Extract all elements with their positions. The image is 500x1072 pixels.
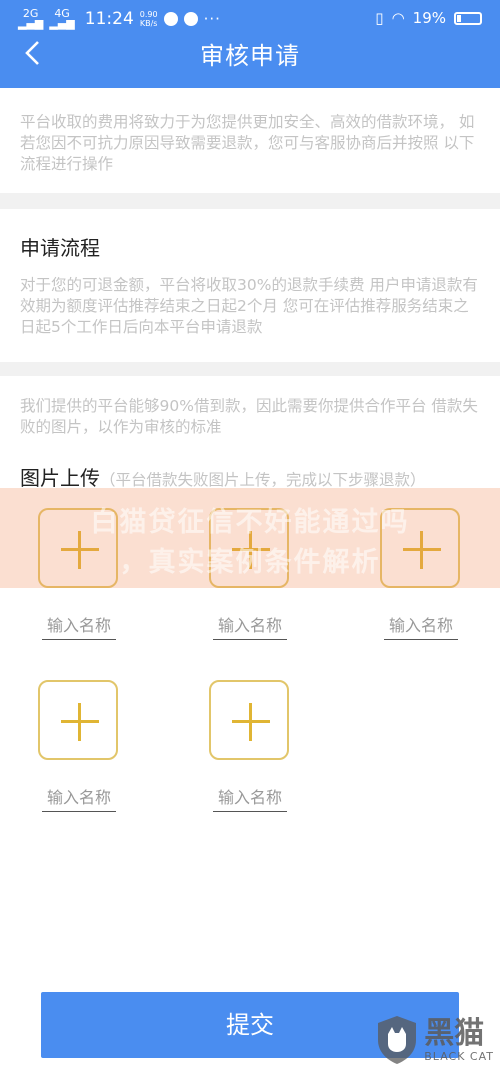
signal-2g: 2G ▂▄▆ — [18, 7, 44, 30]
battery-icon — [454, 11, 482, 25]
wifi-icon: ◠ — [391, 9, 405, 27]
more-notifications-icon: ··· — [203, 10, 221, 28]
brand-watermark: 黑猫 BLACK CAT — [374, 1014, 494, 1066]
signal-4g: 4G ▂▄▆ — [49, 7, 75, 30]
upload-image-button[interactable] — [209, 680, 289, 760]
vibrate-icon: ▯ — [375, 9, 384, 27]
battery-percent: 19% — [412, 9, 446, 27]
name-input[interactable]: 输入名称 — [42, 612, 116, 640]
intro-text: 平台收取的费用将致力于为您提供更加安全、高效的借款环境， 如若您因不可抗力原因导… — [20, 113, 475, 173]
upload-title: 图片上传 — [20, 466, 100, 490]
section-divider — [0, 193, 500, 209]
process-title: 申请流程 — [20, 236, 100, 260]
upload-note: （平台借款失败图片上传，完成以下步骤退款） — [100, 471, 426, 489]
upload-title-row: 图片上传（平台借款失败图片上传，完成以下步骤退款） — [20, 462, 500, 491]
play-app-icon — [163, 12, 178, 26]
upload-intro-text: 我们提供的平台能够90%借到款，因此需要你提供合作平台 借款失败的图片，以作为审… — [20, 397, 478, 436]
plus-icon-stroke — [78, 703, 81, 741]
upload-image-button[interactable] — [38, 680, 118, 760]
name-input[interactable]: 输入名称 — [384, 612, 458, 640]
plus-icon-stroke — [249, 703, 252, 741]
process-text: 对于您的可退金额，平台将收取30%的退款手续费 用户申请退款有效期为额度评估推荐… — [20, 276, 478, 336]
section-divider — [0, 362, 500, 376]
brand-name-english: BLACK CAT — [424, 1049, 494, 1063]
network-speed: 0.90 KB/s — [139, 10, 158, 28]
page-title: 审核申请 — [200, 42, 300, 70]
watermark-line-2: ，真实案例条件解析 — [119, 547, 381, 578]
watermark-line-1: 白猫贷征信不好能通过吗 — [90, 507, 410, 538]
name-input[interactable]: 输入名称 — [213, 612, 287, 640]
name-input[interactable]: 输入名称 — [42, 784, 116, 812]
cat-shield-icon — [378, 1016, 417, 1064]
status-time: 11:24 — [84, 9, 134, 29]
name-input[interactable]: 输入名称 — [213, 784, 287, 812]
app-notification-icon — [183, 12, 198, 26]
app-header: 审核申请 — [0, 28, 500, 78]
brand-name: 黑猫 — [424, 1015, 485, 1051]
